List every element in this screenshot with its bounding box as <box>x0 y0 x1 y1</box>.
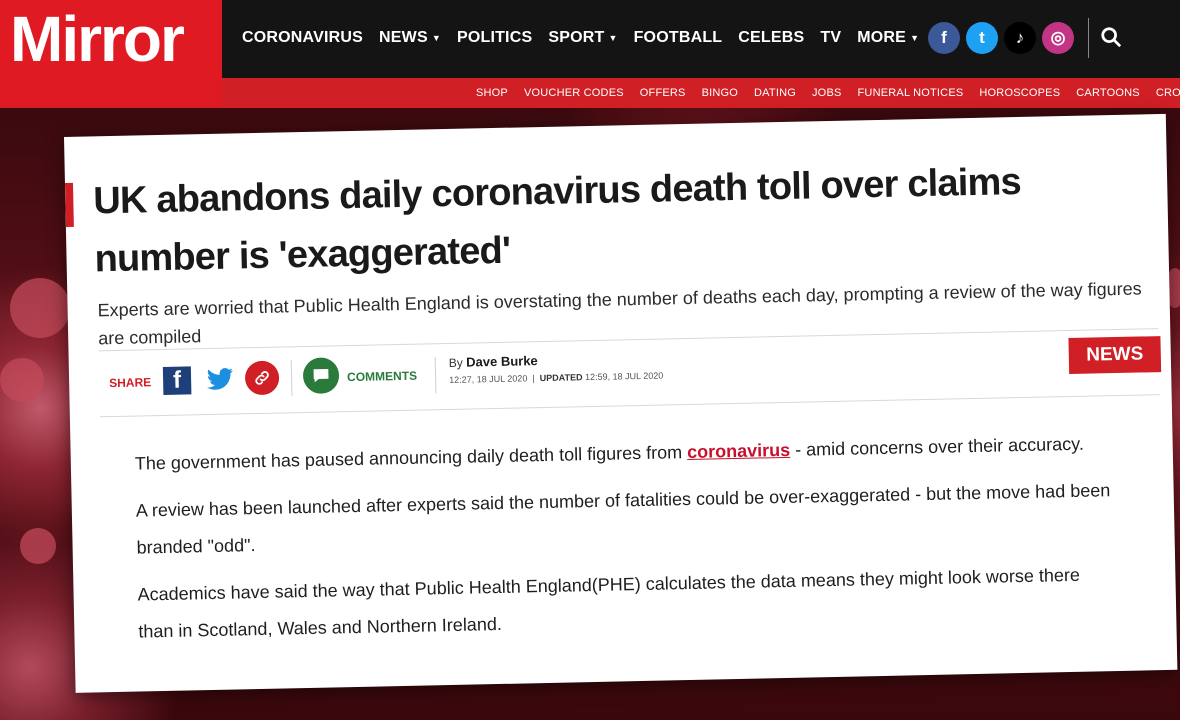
search-icon[interactable] <box>1100 26 1122 48</box>
nav-item-more[interactable]: MORE ▼ <box>857 29 919 47</box>
nav-item-label: MORE <box>857 29 907 46</box>
facebook-icon[interactable]: f <box>928 22 960 54</box>
social-links: f t ♪ ◎ <box>928 22 1074 54</box>
subnav-item-shop[interactable]: SHOP <box>476 87 508 99</box>
published-time: 12:27, 18 JUL 2020 <box>449 373 528 385</box>
nav-item-celebs[interactable]: CELEBS <box>738 29 804 47</box>
facebook-share-icon[interactable]: f <box>162 366 192 395</box>
subnav-item-cartoons[interactable]: CARTOONS <box>1076 87 1140 99</box>
subnav-item-cros[interactable]: CROS <box>1156 87 1180 99</box>
nav-item-football[interactable]: FOOTBALL <box>634 29 723 47</box>
comments-link[interactable]: COMMENTS <box>347 369 417 384</box>
paragraph: A review has been launched after experts… <box>135 480 1111 558</box>
subnav-item-jobs[interactable]: JOBS <box>812 87 842 99</box>
paragraph-text: The government has paused announcing dai… <box>134 442 688 474</box>
copy-link-icon[interactable] <box>244 360 280 396</box>
nav-item-label: NEWS <box>379 29 428 46</box>
byline-prefix: By <box>448 355 463 370</box>
twitter-share-icon[interactable] <box>205 367 235 392</box>
nav-item-sport[interactable]: SPORT ▼ <box>548 29 617 47</box>
comments-icon[interactable] <box>302 357 340 395</box>
headline-accent-bar <box>64 182 74 227</box>
byline: By Dave Burke <box>449 353 538 370</box>
logo-text: Mirror <box>10 3 185 75</box>
tiktok-icon[interactable]: ♪ <box>1004 22 1036 54</box>
byline-divider <box>434 357 437 394</box>
nav-item-label: FOOTBALL <box>633 29 723 46</box>
chevron-down-icon: ▼ <box>910 33 920 43</box>
subnav-item-horoscopes[interactable]: HOROSCOPES <box>979 87 1060 99</box>
nav-item-news[interactable]: NEWS ▼ <box>379 29 441 47</box>
subnav-item-bingo[interactable]: BINGO <box>702 87 738 99</box>
coronavirus-topic-link[interactable]: coronavirus <box>687 440 790 462</box>
share-divider <box>290 360 293 397</box>
subnav-item-dating[interactable]: DATING <box>754 87 796 99</box>
subnav-item-voucher-codes[interactable]: VOUCHER CODES <box>524 87 624 99</box>
nav-item-label: CELEBS <box>738 29 805 46</box>
nav-divider <box>1088 18 1089 58</box>
paragraph-text: - amid concerns over their accuracy. <box>789 433 1085 460</box>
subnav-item-funeral-notices[interactable]: FUNERAL NOTICES <box>858 87 964 99</box>
main-nav: CORONAVIRUS NEWS ▼ POLITICS SPORT ▼ FOOTBALL CE… <box>242 29 919 47</box>
article-card: UK abandons daily coronavirus death toll… <box>64 113 1178 693</box>
nav-item-label: SPORT <box>548 29 605 46</box>
article-body: The government has paused announcing dai… <box>134 425 1118 660</box>
paragraph: Academics have said the way that Public … <box>137 564 1081 642</box>
instagram-icon[interactable]: ◎ <box>1042 22 1074 54</box>
updated-label: UPDATED <box>539 372 583 384</box>
nav-item-label: TV <box>820 29 842 46</box>
chevron-down-icon: ▼ <box>608 33 618 43</box>
chevron-down-icon: ▼ <box>431 33 441 43</box>
nav-item-coronavirus[interactable]: CORONAVIRUS <box>242 29 363 47</box>
nav-item-label: CORONAVIRUS <box>242 29 364 46</box>
nav-item-politics[interactable]: POLITICS <box>457 29 532 47</box>
nav-item-tv[interactable]: TV <box>820 29 841 47</box>
subnav-item-offers[interactable]: OFFERS <box>640 87 686 99</box>
article-dates: 12:27, 18 JUL 2020 | UPDATED 12:59, 18 J… <box>449 370 664 385</box>
twitter-icon[interactable]: t <box>966 22 998 54</box>
author-link[interactable]: Dave Burke <box>466 353 538 369</box>
article-headline: UK abandons daily coronavirus death toll… <box>92 160 1022 281</box>
section-badge[interactable]: NEWS <box>1068 336 1162 375</box>
sub-nav: SHOP VOUCHER CODES OFFERS BINGO DATING JOBS FU… <box>476 87 1180 99</box>
logo[interactable]: Mirror <box>0 0 222 106</box>
nav-item-label: POLITICS <box>456 29 533 46</box>
updated-time: 12:59, 18 JUL 2020 <box>584 370 664 383</box>
share-label: SHARE <box>109 375 152 391</box>
paragraph: The government has paused announcing dai… <box>134 425 1115 483</box>
